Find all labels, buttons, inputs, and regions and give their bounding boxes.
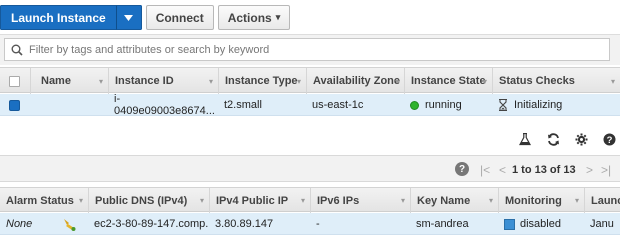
header-label: Monitoring xyxy=(505,194,562,207)
column-header-monitoring[interactable]: Monitoring ▾ xyxy=(498,188,584,213)
column-header-alarm-status[interactable]: Alarm Status ▾ xyxy=(0,188,88,213)
details-table-header: Alarm Status ▾ Public DNS (IPv4) ▾ IPv4 … xyxy=(0,187,620,213)
monitoring-label: disabled xyxy=(520,218,561,230)
sort-icon: ▾ xyxy=(394,76,399,86)
column-header-name[interactable]: Name ▾ xyxy=(30,68,108,94)
sort-icon: ▾ xyxy=(482,76,487,86)
svg-text:?: ? xyxy=(606,135,612,146)
sort-icon: ▾ xyxy=(400,196,405,205)
launch-instance-button-group[interactable]: Launch Instance xyxy=(0,5,142,30)
cell-monitoring: disabled xyxy=(498,213,584,235)
cell-launch-time: Janu xyxy=(590,218,614,230)
header-label: Instance ID xyxy=(115,75,174,87)
sort-icon: ▾ xyxy=(488,196,493,205)
sort-icon: ▾ xyxy=(98,76,103,86)
cell-name xyxy=(30,94,108,116)
alarm-status-label: None xyxy=(6,218,33,230)
column-header-key-name[interactable]: Key Name ▾ xyxy=(410,188,498,213)
sort-icon: ▾ xyxy=(574,196,579,205)
gear-icon[interactable] xyxy=(574,133,588,146)
row-checkbox[interactable] xyxy=(9,99,20,111)
pagination-range: 1 to 13 of 13 xyxy=(512,163,576,176)
cell-availability-zone: us-east-1c xyxy=(312,99,364,111)
header-label: Key Name xyxy=(417,194,471,207)
running-status-icon xyxy=(410,100,419,110)
column-header-ipv4-public-ip[interactable]: IPv4 Public IP ▾ xyxy=(209,188,310,213)
pagination-bar: ? |< < 1 to 13 of 13 > >| xyxy=(0,155,620,182)
create-alarm-icon[interactable] xyxy=(62,218,76,231)
actions-label: Actions xyxy=(227,10,272,25)
refresh-icon[interactable] xyxy=(546,133,560,146)
toolbar: Launch Instance Connect Actions ▾ xyxy=(0,5,291,31)
column-header-status-checks[interactable]: Status Checks ▾ xyxy=(492,68,620,94)
header-label: IPv6 IPs xyxy=(317,194,360,207)
chevron-down-icon: ▾ xyxy=(275,12,281,22)
last-page-icon[interactable]: >| xyxy=(601,156,611,183)
panel-icons: ? xyxy=(518,133,616,146)
sort-icon: ▾ xyxy=(78,196,83,205)
cell-ipv4-public-ip: 3.80.89.147 xyxy=(215,218,274,230)
launch-dropdown-button[interactable] xyxy=(115,5,142,30)
column-header-ipv6-ips[interactable]: IPv6 IPs ▾ xyxy=(310,188,410,213)
previous-page-icon[interactable]: < xyxy=(499,156,506,183)
cell-alarm-status: None xyxy=(0,213,88,235)
status-checks-label: Initializing xyxy=(514,99,563,111)
sort-icon: ▾ xyxy=(199,196,204,205)
cell-instance-id: i-0409e09003e8674... xyxy=(114,93,215,117)
header-label: Launc xyxy=(591,194,620,207)
header-label: Instance Type xyxy=(225,75,298,87)
sort-icon: ▾ xyxy=(208,76,213,86)
header-label: Availability Zone xyxy=(313,75,401,87)
column-header-public-dns[interactable]: Public DNS (IPv4) ▾ xyxy=(88,188,209,213)
cell-ipv6-ips: - xyxy=(316,218,320,230)
header-label: Status Checks xyxy=(499,75,575,87)
instances-table-header: Name ▾ Instance ID ▾ Instance Type ▾ Ava… xyxy=(0,67,620,94)
instance-state-label: running xyxy=(425,99,462,111)
header-label: Instance State xyxy=(411,75,486,87)
column-header-availability-zone[interactable]: Availability Zone ▾ xyxy=(306,68,404,94)
monitoring-status-icon xyxy=(504,218,515,230)
cell-public-dns: ec2-3-80-89-147.comp... xyxy=(94,218,209,230)
search-input[interactable]: Filter by tags and attributes or search … xyxy=(4,38,610,61)
sort-icon: ▾ xyxy=(300,196,305,205)
caret-down-icon xyxy=(124,14,134,21)
cell-instance-type: t2.small xyxy=(224,99,262,111)
actions-button[interactable]: Actions ▾ xyxy=(217,5,291,30)
help-circle-icon[interactable]: ? xyxy=(455,162,469,176)
table-row[interactable]: i-0409e09003e8674... t2.small us-east-1c… xyxy=(0,93,620,117)
header-label: IPv4 Public IP xyxy=(216,194,289,207)
help-icon[interactable]: ? xyxy=(602,133,616,146)
select-all-checkbox[interactable] xyxy=(9,75,20,87)
cell-key-name: sm-andrea xyxy=(416,218,469,230)
header-label: Public DNS (IPv4) xyxy=(95,194,188,207)
search-icon xyxy=(11,44,23,56)
column-header-launch-time[interactable]: Launc xyxy=(584,188,620,213)
row-checkbox-cell[interactable] xyxy=(0,94,30,116)
column-header-instance-id[interactable]: Instance ID ▾ xyxy=(108,68,218,94)
connect-button[interactable]: Connect xyxy=(145,5,214,30)
cell-instance-state: running xyxy=(404,94,492,116)
hourglass-icon xyxy=(499,99,507,111)
flask-icon[interactable] xyxy=(518,133,532,146)
sort-icon: ▾ xyxy=(610,76,615,86)
next-page-icon[interactable]: > xyxy=(586,156,593,183)
sort-icon: ▾ xyxy=(296,76,301,86)
search-placeholder: Filter by tags and attributes or search … xyxy=(29,43,270,56)
select-all-checkbox-cell[interactable] xyxy=(0,68,30,94)
column-header-instance-type[interactable]: Instance Type ▾ xyxy=(218,68,306,94)
first-page-icon[interactable]: |< xyxy=(480,156,490,183)
header-label: Alarm Status xyxy=(6,194,74,207)
column-header-instance-state[interactable]: Instance State ▾ xyxy=(404,68,492,94)
header-label: Name xyxy=(41,75,71,87)
table-row[interactable]: None ec2-3-80-89-147.comp... 3.80.89.147… xyxy=(0,213,620,235)
launch-instance-button[interactable]: Launch Instance xyxy=(0,5,116,30)
cell-status-checks: Initializing xyxy=(492,94,620,116)
